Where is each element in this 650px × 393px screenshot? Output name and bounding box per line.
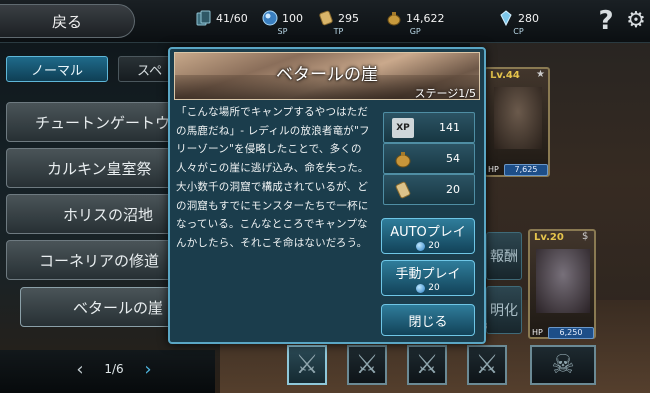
gp-moneybag-icon bbox=[386, 10, 402, 26]
resource-tp-label: TP bbox=[333, 27, 344, 36]
reward-scroll-value: 20 bbox=[446, 183, 460, 196]
hero-portrait bbox=[536, 249, 590, 313]
stage-item[interactable]: カルキン皇室祭 bbox=[6, 148, 186, 188]
manual-play-button[interactable]: 手動プレイ 20 bbox=[381, 260, 475, 296]
resource-cp: 280 CP bbox=[498, 10, 539, 42]
stage-description: 「こんな場所でキャンプするやつはただの馬鹿だね」- レディルの放浪者竜が"フリー… bbox=[176, 106, 370, 249]
stage-item-selected[interactable]: ベタールの崖 bbox=[20, 287, 186, 327]
party-slot[interactable]: ⚔ bbox=[467, 345, 507, 385]
resource-sp-label: SP bbox=[277, 27, 288, 36]
next-page-button[interactable]: › bbox=[140, 360, 156, 380]
prev-page-button[interactable]: ‹ bbox=[72, 360, 88, 380]
card-deck-icon bbox=[196, 10, 212, 26]
resource-cards: 41/60 bbox=[196, 10, 248, 42]
resource-sp: 100 SP bbox=[262, 10, 303, 42]
close-button[interactable]: 閉じる bbox=[381, 304, 475, 336]
stage-item[interactable]: チュートンゲートウ bbox=[6, 102, 186, 142]
hero-portrait bbox=[494, 87, 542, 149]
reward-button[interactable]: 報酬 bbox=[486, 232, 522, 280]
reward-xp: XP 141 bbox=[383, 112, 475, 143]
hp-bar: 7,625 bbox=[504, 164, 548, 176]
hero-card[interactable]: Lv.44 ★ HP 7,625 bbox=[484, 67, 550, 177]
star-icon: ★ bbox=[536, 69, 545, 80]
stage-item[interactable]: ホリスの沼地 bbox=[6, 194, 186, 234]
auto-play-cost: 20 bbox=[416, 241, 440, 251]
crossed-swords-icon: ⚔ bbox=[355, 350, 379, 380]
gold-bag-icon bbox=[392, 149, 414, 169]
resource-cp-value: 280 bbox=[518, 11, 539, 25]
close-label: 閉じる bbox=[408, 314, 448, 330]
page-indicator: 1/6 bbox=[104, 362, 124, 376]
gear-icon[interactable]: ⚙ bbox=[624, 8, 648, 34]
help-icon[interactable]: ? bbox=[594, 6, 618, 36]
crossed-swords-icon: ⚔ bbox=[415, 350, 439, 380]
reward-xp-value: 141 bbox=[439, 121, 460, 134]
auto-play-button[interactable]: AUTOプレイ 20 bbox=[381, 218, 475, 254]
scroll-icon bbox=[392, 180, 414, 200]
hero-card[interactable]: Lv.20 $ HP 6,250 bbox=[528, 229, 596, 339]
hero-level: Lv.44 bbox=[490, 70, 520, 81]
boss-slot[interactable]: ☠ bbox=[530, 345, 596, 385]
resource-gp-label: GP bbox=[409, 27, 421, 36]
reward-scroll: 20 bbox=[383, 174, 475, 205]
crossed-swords-icon: ⚔ bbox=[475, 350, 499, 380]
hp-label: HP bbox=[532, 328, 543, 337]
sp-orb-icon bbox=[262, 10, 278, 26]
auto-play-label: AUTOプレイ bbox=[390, 225, 466, 240]
cp-gem-icon bbox=[498, 10, 514, 27]
sp-orb-icon bbox=[416, 241, 426, 251]
stage-item[interactable]: コーネリアの修道 bbox=[6, 240, 186, 280]
resource-sp-value: 100 bbox=[282, 11, 303, 25]
auto-play-cost-value: 20 bbox=[428, 241, 440, 251]
demon-skull-icon: ☠ bbox=[551, 350, 575, 380]
resource-tp-value: 295 bbox=[338, 11, 359, 25]
reward-gold-value: 54 bbox=[446, 152, 460, 165]
tab-normal[interactable]: ノーマル bbox=[6, 56, 108, 82]
party-slot[interactable]: ⚔ bbox=[407, 345, 447, 385]
sp-orb-icon bbox=[416, 283, 426, 293]
party-slot[interactable]: ⚔ bbox=[347, 345, 387, 385]
resource-cards-value: 41/60 bbox=[216, 11, 248, 25]
tp-scroll-icon bbox=[318, 10, 334, 26]
stage-title: ベタールの崖 bbox=[276, 65, 378, 85]
hp-label: HP bbox=[488, 165, 499, 174]
manual-play-cost-value: 20 bbox=[428, 283, 440, 293]
party-slot[interactable]: ⚔ bbox=[287, 345, 327, 385]
manual-play-label: 手動プレイ bbox=[395, 267, 461, 282]
stage-number: ステージ1/5 bbox=[414, 87, 476, 100]
xp-icon: XP bbox=[392, 117, 414, 138]
crossed-swords-icon: ⚔ bbox=[295, 350, 319, 380]
resource-tp: 295 TP bbox=[318, 10, 359, 42]
resource-gp-value: 14,622 bbox=[406, 11, 445, 25]
resource-gp: 14,622 GP bbox=[386, 10, 445, 42]
hero-level: Lv.20 bbox=[534, 232, 564, 243]
currency-icon: $ bbox=[582, 231, 589, 242]
reward-gold: 54 bbox=[383, 143, 475, 174]
resource-cp-label: CP bbox=[513, 27, 524, 36]
hp-bar: 6,250 bbox=[548, 327, 594, 339]
back-button[interactable]: 戻る bbox=[0, 4, 135, 38]
manual-play-cost: 20 bbox=[416, 283, 440, 293]
